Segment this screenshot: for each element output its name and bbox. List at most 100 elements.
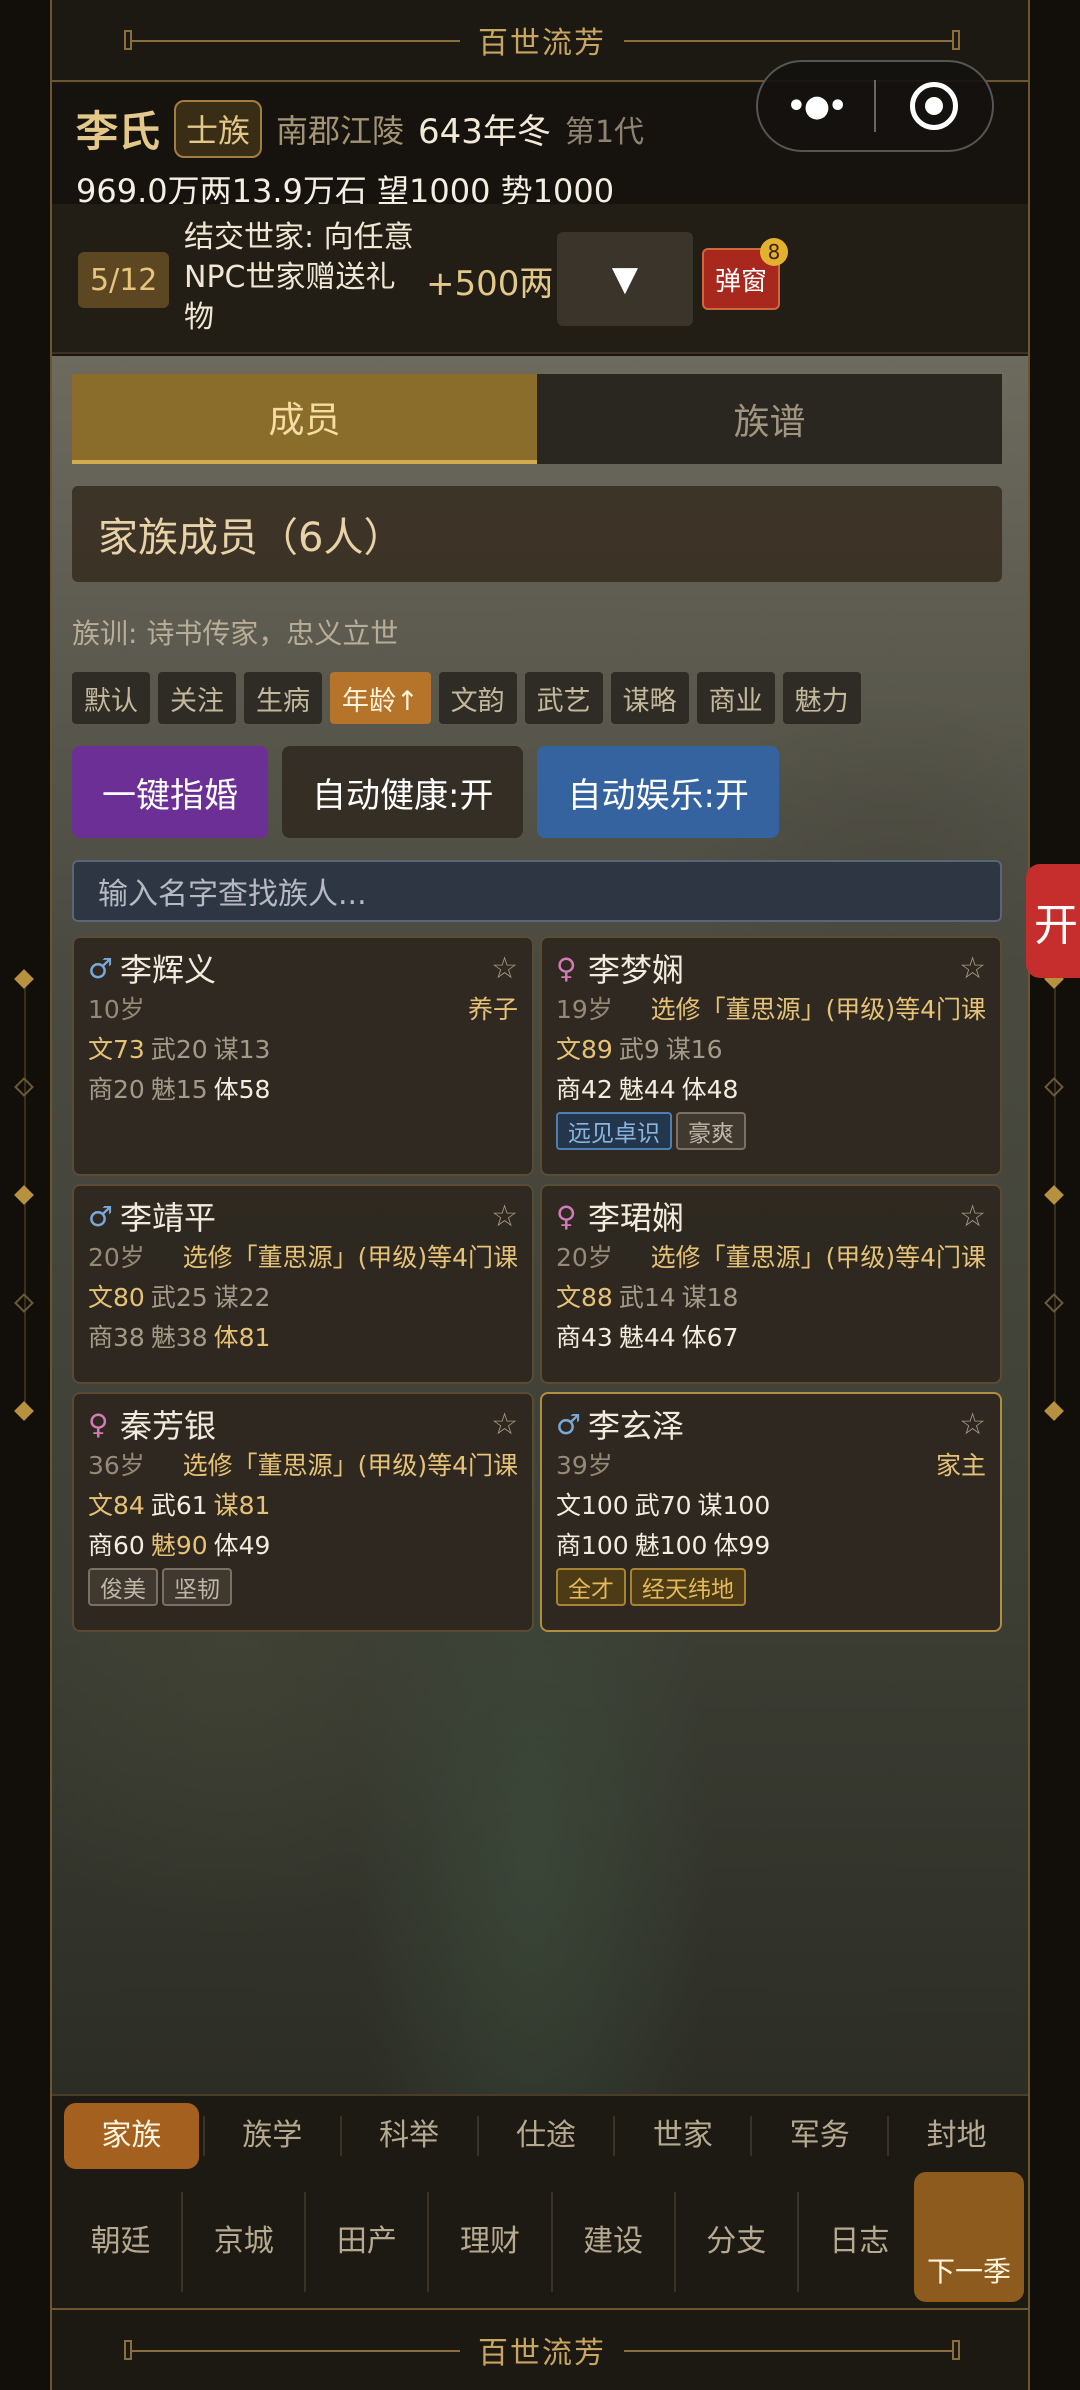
sort-commerce[interactable]: 商业 — [696, 672, 775, 724]
sort-martial[interactable]: 武艺 — [524, 672, 603, 724]
star-icon[interactable]: ☆ — [959, 1407, 986, 1442]
rank-badge: 士族 — [174, 99, 263, 158]
quest-bar: 5/12 结交世家: 向任意NPC世家赠送礼物 +500两 ▼ 弹窗 8 — [52, 204, 1028, 354]
sort-age[interactable]: 年龄↑ — [330, 672, 431, 724]
member-status: 养子 — [467, 995, 518, 1024]
member-name: 李靖平 — [120, 1199, 217, 1237]
stat-commerce: 商42 — [556, 1075, 613, 1104]
member-status: 选修「董思源」(甲级)等4门课 — [182, 1243, 518, 1272]
stat-martial: 武9 — [618, 1035, 660, 1064]
nav-branches[interactable]: 分支 — [673, 2192, 797, 2292]
member-name: 秦芳银 — [120, 1407, 217, 1445]
member-status: 选修「董思源」(甲级)等4门课 — [650, 1243, 986, 1272]
stat-strategy: 谋13 — [213, 1035, 271, 1064]
member-name: 李梦娴 — [588, 951, 685, 989]
nav-exam[interactable]: 科举 — [339, 2116, 477, 2156]
nav-noble-families[interactable]: 世家 — [613, 2116, 750, 2156]
stat-literature: 文73 — [88, 1035, 145, 1064]
stat-strategy: 谋16 — [665, 1035, 723, 1064]
member-age: 10岁 — [88, 995, 145, 1024]
member-age: 19岁 — [556, 995, 613, 1024]
star-icon[interactable]: ☆ — [491, 1407, 518, 1442]
stat-commerce: 商100 — [556, 1531, 629, 1560]
stat-charm: 魅38 — [150, 1323, 208, 1352]
tab-members[interactable]: 成员 — [72, 374, 537, 464]
nav-court[interactable]: 朝廷 — [60, 2192, 181, 2292]
stat-health: 体67 — [681, 1323, 739, 1352]
diamond-ornament — [14, 1077, 34, 1097]
trait-tag: 经天纬地 — [630, 1568, 746, 1606]
stat-commerce: 商38 — [88, 1323, 145, 1352]
stat-health: 体81 — [213, 1323, 271, 1352]
member-card[interactable]: ♂ 李靖平 ☆ 20岁 选修「董思源」(甲级)等4门课 文80 武25 谋22 商… — [72, 1184, 534, 1384]
stat-literature: 文100 — [556, 1491, 629, 1520]
quest-reward: +500两 — [426, 264, 554, 304]
nav-career[interactable]: 仕途 — [476, 2116, 614, 2156]
floating-open-button[interactable]: 开 — [1026, 864, 1080, 978]
star-icon[interactable]: ☆ — [959, 1199, 986, 1234]
quest-dropdown-button[interactable]: ▼ — [557, 232, 693, 326]
sort-charm[interactable]: 魅力 — [782, 672, 861, 724]
mini-program-capsule: •●• — [756, 60, 994, 152]
trait-tag: 远见卓识 — [556, 1112, 672, 1150]
member-card[interactable]: ♂ 李玄泽 ☆ 39岁 家主 文100 武70 谋100 商100 魅100 体9… — [540, 1392, 1002, 1632]
auto-marriage-button[interactable]: 一键指婚 — [72, 746, 268, 838]
nav-finance[interactable]: 理财 — [427, 2192, 550, 2292]
female-icon: ♀ — [556, 951, 577, 985]
stat-health: 体49 — [213, 1531, 271, 1560]
more-dots-icon[interactable]: •●• — [758, 89, 874, 124]
stat-strategy: 谋22 — [213, 1283, 271, 1312]
banner-title: 百世流芳 — [460, 18, 624, 62]
nav-military[interactable]: 军务 — [750, 2116, 887, 2156]
stat-literature: 文84 — [88, 1491, 145, 1520]
nav-construction[interactable]: 建设 — [550, 2192, 674, 2292]
next-season-button[interactable]: 下一季 — [914, 2172, 1024, 2302]
sort-literature[interactable]: 文韵 — [438, 672, 517, 724]
stat-martial: 武20 — [150, 1035, 208, 1064]
trait-tag: 全才 — [556, 1568, 626, 1606]
nav-log[interactable]: 日志 — [796, 2192, 920, 2292]
popup-label: 弹窗 — [714, 266, 767, 297]
member-card[interactable]: ♂ 李辉义 ☆ 10岁 养子 文73 武20 谋13 商20 魅15 体58 — [72, 936, 534, 1176]
star-icon[interactable]: ☆ — [959, 951, 986, 986]
sort-strategy[interactable]: 谋略 — [610, 672, 689, 724]
stat-literature: 文89 — [556, 1035, 613, 1064]
star-icon[interactable]: ☆ — [491, 1199, 518, 1234]
stat-martial: 武70 — [634, 1491, 692, 1520]
stat-commerce: 商20 — [88, 1075, 145, 1104]
sort-default[interactable]: 默认 — [72, 672, 150, 724]
banner-title: 百世流芳 — [460, 2328, 624, 2372]
tab-genealogy[interactable]: 族谱 — [537, 374, 1002, 464]
popup-button[interactable]: 弹窗 8 — [702, 238, 788, 310]
banner-cap — [952, 30, 960, 50]
sort-favorite[interactable]: 关注 — [158, 672, 236, 724]
member-name: 李辉义 — [120, 951, 217, 989]
male-icon: ♂ — [88, 1199, 114, 1233]
auto-health-toggle[interactable]: 自动健康:开 — [282, 746, 524, 838]
right-ornament-rail — [1030, 0, 1080, 2390]
nav-farmland[interactable]: 田产 — [304, 2192, 427, 2292]
sort-sick[interactable]: 生病 — [244, 672, 322, 724]
stat-strategy: 谋18 — [681, 1283, 739, 1312]
stat-commerce: 商60 — [88, 1531, 145, 1560]
nav-capital[interactable]: 京城 — [181, 2192, 304, 2292]
female-icon: ♀ — [556, 1199, 577, 1233]
trait-tag: 坚韧 — [162, 1568, 232, 1606]
star-icon[interactable]: ☆ — [491, 951, 518, 986]
member-card[interactable]: ♀ 李梦娴 ☆ 19岁 选修「董思源」(甲级)等4门课 文89 武9 谋16 商4… — [540, 936, 1002, 1176]
target-icon[interactable] — [876, 82, 992, 130]
nav-family[interactable]: 家族 — [64, 2103, 199, 2169]
member-card[interactable]: ♀ 李珺娴 ☆ 20岁 选修「董思源」(甲级)等4门课 文88 武14 谋18 商… — [540, 1184, 1002, 1384]
bottom-banner: 百世流芳 — [52, 2308, 1028, 2390]
member-card[interactable]: ♀ 秦芳银 ☆ 36岁 选修「董思源」(甲级)等4门课 文84 武61 谋81 商… — [72, 1392, 534, 1632]
member-search-input[interactable]: 输入名字查找族人... — [72, 860, 1002, 922]
quest-description: 结交世家: 向任意NPC世家赠送礼物 — [184, 220, 414, 335]
quest-progress: 5/12 — [78, 252, 170, 308]
male-icon: ♂ — [88, 951, 114, 985]
stat-charm: 魅100 — [634, 1531, 708, 1560]
auto-entertainment-toggle[interactable]: 自动娱乐:开 — [537, 746, 779, 838]
banner-line — [594, 40, 954, 42]
nav-clan-school[interactable]: 族学 — [202, 2116, 340, 2156]
nav-fief[interactable]: 封地 — [887, 2116, 1024, 2156]
member-age: 20岁 — [88, 1243, 145, 1272]
